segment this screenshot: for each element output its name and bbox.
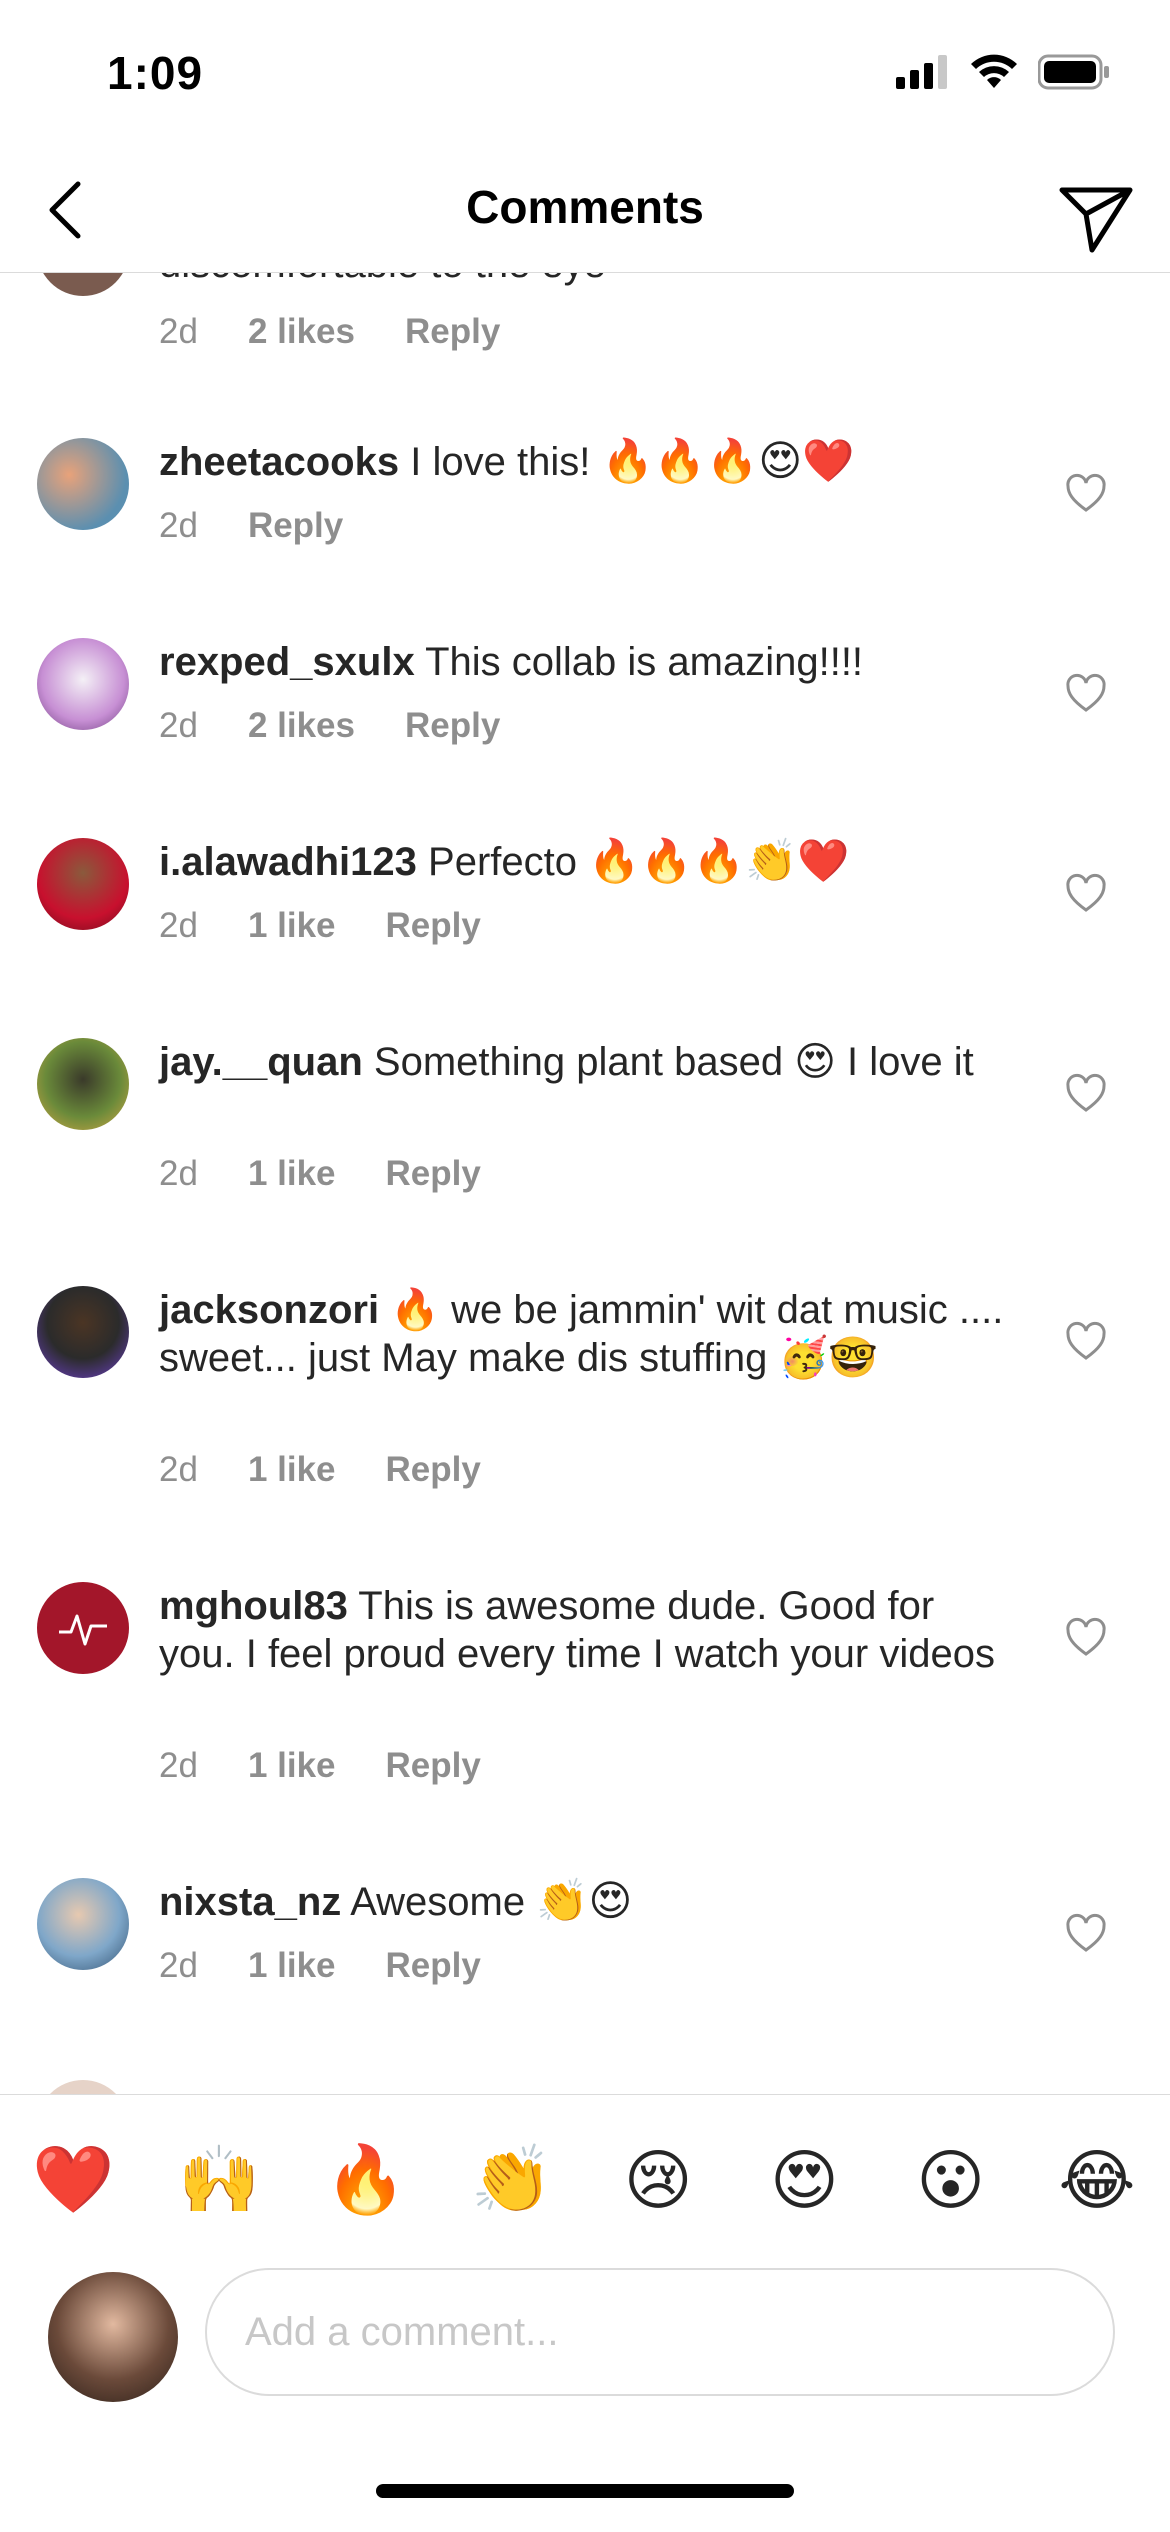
send-direct-icon[interactable] <box>1050 170 1140 260</box>
reply-button[interactable]: Reply <box>386 1746 481 1786</box>
comment-text: Perfecto <box>428 840 578 884</box>
comment-text: I love this! <box>410 440 591 484</box>
comment-content: rexped_sxulx This collab is amazing!!!! <box>159 638 1009 686</box>
comment-meta: 2d 1 like Reply <box>159 1450 481 1490</box>
comments-header: Comments <box>0 150 1170 273</box>
heart-icon[interactable] <box>1064 1320 1108 1364</box>
emoji-crying-button[interactable]: 😢 <box>608 2142 708 2219</box>
avatar[interactable] <box>37 638 129 730</box>
comment-meta: 2d 1 like Reply <box>159 1746 481 1786</box>
comment-likes[interactable]: 1 like <box>248 1154 336 1194</box>
reply-button[interactable]: Reply <box>405 706 500 746</box>
comment-content: mghoul83 This is awesome dude. Good for … <box>159 1582 1009 1678</box>
emoji-laughing-button[interactable]: 😂 <box>1047 2142 1147 2219</box>
comment-likes[interactable]: 1 like <box>248 1450 336 1490</box>
heart-icon[interactable] <box>1064 1912 1108 1956</box>
emoji-heart-eyes-button[interactable]: 😍 <box>754 2142 854 2219</box>
comment-likes[interactable]: 2 likes <box>248 312 355 352</box>
comment-likes[interactable]: 2 likes <box>248 706 355 746</box>
avatar[interactable] <box>37 1878 129 1970</box>
reply-button[interactable]: Reply <box>405 312 500 352</box>
heart-icon[interactable] <box>1064 872 1108 916</box>
comment-username[interactable]: mghoul83 <box>159 1584 348 1628</box>
comment-content: jay.__quan Something plant based 😍 I lov… <box>159 1038 1009 1086</box>
comment-username[interactable]: nixsta_nz <box>159 1880 341 1924</box>
comments-list: discomfortable to the eye 2d 2 likes Rep… <box>0 272 1170 2094</box>
avatar[interactable] <box>37 838 129 930</box>
cellular-signal-icon <box>896 55 947 89</box>
comment-input[interactable] <box>205 2268 1115 2396</box>
avatar[interactable] <box>37 1038 129 1130</box>
avatar[interactable] <box>37 2080 129 2094</box>
emoji-heart-button[interactable]: ❤️ <box>23 2141 123 2219</box>
heart-icon[interactable] <box>1064 472 1108 516</box>
status-time: 1:09 <box>107 47 204 99</box>
comment-username[interactable]: i.alawadhi123 <box>159 840 417 884</box>
home-indicator[interactable] <box>376 2484 794 2498</box>
self-avatar <box>48 2272 178 2402</box>
heart-icon[interactable] <box>1064 1616 1108 1660</box>
comment-emoji: 🔥🔥🔥😍❤️ <box>601 436 855 485</box>
comment-username[interactable]: jay.__quan <box>159 1040 363 1084</box>
comment-meta: 2d 2 likes Reply <box>159 706 500 746</box>
reply-button[interactable]: Reply <box>386 1946 481 1986</box>
comment-time: 2d <box>159 506 198 545</box>
avatar[interactable] <box>37 1582 129 1674</box>
emoji-surprised-button[interactable]: 😮 <box>901 2142 1001 2219</box>
comment-time: 2d <box>159 706 198 745</box>
emoji-raised-hands-button[interactable]: 🙌 <box>169 2141 269 2219</box>
heart-icon[interactable] <box>1064 672 1108 716</box>
comment-meta: 2d 1 like Reply <box>159 1154 481 1194</box>
comment-username[interactable]: zheetacooks <box>159 440 399 484</box>
avatar[interactable] <box>37 438 129 530</box>
comment-likes[interactable]: 1 like <box>248 1946 336 1986</box>
comment-time: 2d <box>159 1746 198 1785</box>
avatar[interactable] <box>37 272 129 296</box>
page-title: Comments <box>466 181 704 233</box>
comment-meta: 2d Reply <box>159 506 343 546</box>
comment-emoji: 🔥🔥🔥👏❤️ <box>588 836 850 885</box>
status-icons <box>896 54 1110 90</box>
comment-text: Something plant based 😍 I love it <box>373 1040 974 1084</box>
battery-icon <box>1038 54 1109 90</box>
wifi-icon <box>971 54 1017 88</box>
comment-meta: 2d 1 like Reply <box>159 906 481 946</box>
heart-icon[interactable] <box>1064 1072 1108 1116</box>
reply-button[interactable]: Reply <box>248 506 343 546</box>
emoji-quick-bar: ❤️ 🙌 🔥 👏 😢 😍 😮 😂 <box>0 2094 1170 2265</box>
reply-button[interactable]: Reply <box>386 906 481 946</box>
comment-time: 2d <box>159 1154 198 1193</box>
comment-time: 2d <box>159 906 198 945</box>
comment-composer <box>0 2264 1170 2414</box>
reply-button[interactable]: Reply <box>386 1450 481 1490</box>
comment-content: nixsta_nz Awesome 👏😍 <box>159 1878 1009 1926</box>
comment-content: jacksonzori 🔥 we be jammin' wit dat musi… <box>159 1286 1009 1382</box>
comment-content: i.alawadhi123 Perfecto 🔥🔥🔥👏❤️ <box>159 838 1009 886</box>
emoji-fire-button[interactable]: 🔥 <box>316 2141 416 2219</box>
comment-emoji: 👏😍 <box>536 1876 633 1925</box>
comment-text: discomfortable to the eye <box>159 272 606 287</box>
comment-content: zheetacooks I love this! 🔥🔥🔥😍❤️ <box>159 438 1009 486</box>
comment-meta: 2d 1 like Reply <box>159 1946 481 1986</box>
emoji-clap-button[interactable]: 👏 <box>462 2141 562 2219</box>
comment-meta: 2d 2 likes Reply <box>159 312 500 352</box>
comment-likes[interactable]: 1 like <box>248 1746 336 1786</box>
comment-time: 2d <box>159 1450 198 1489</box>
comment-text: This collab is amazing!!!! <box>425 640 864 684</box>
logo-mark-icon <box>59 1614 107 1646</box>
comment-username[interactable]: rexped_sxulx <box>159 640 415 684</box>
comment-text: Awesome <box>350 1880 526 1924</box>
avatar[interactable] <box>37 1286 129 1378</box>
comment-likes[interactable]: 1 like <box>248 906 336 946</box>
comment-time: 2d <box>159 1946 198 1985</box>
comment-time: 2d <box>159 312 198 351</box>
reply-button[interactable]: Reply <box>386 1154 481 1194</box>
status-bar: 1:09 <box>0 0 1170 150</box>
comment-username[interactable]: jacksonzori <box>159 1288 379 1332</box>
